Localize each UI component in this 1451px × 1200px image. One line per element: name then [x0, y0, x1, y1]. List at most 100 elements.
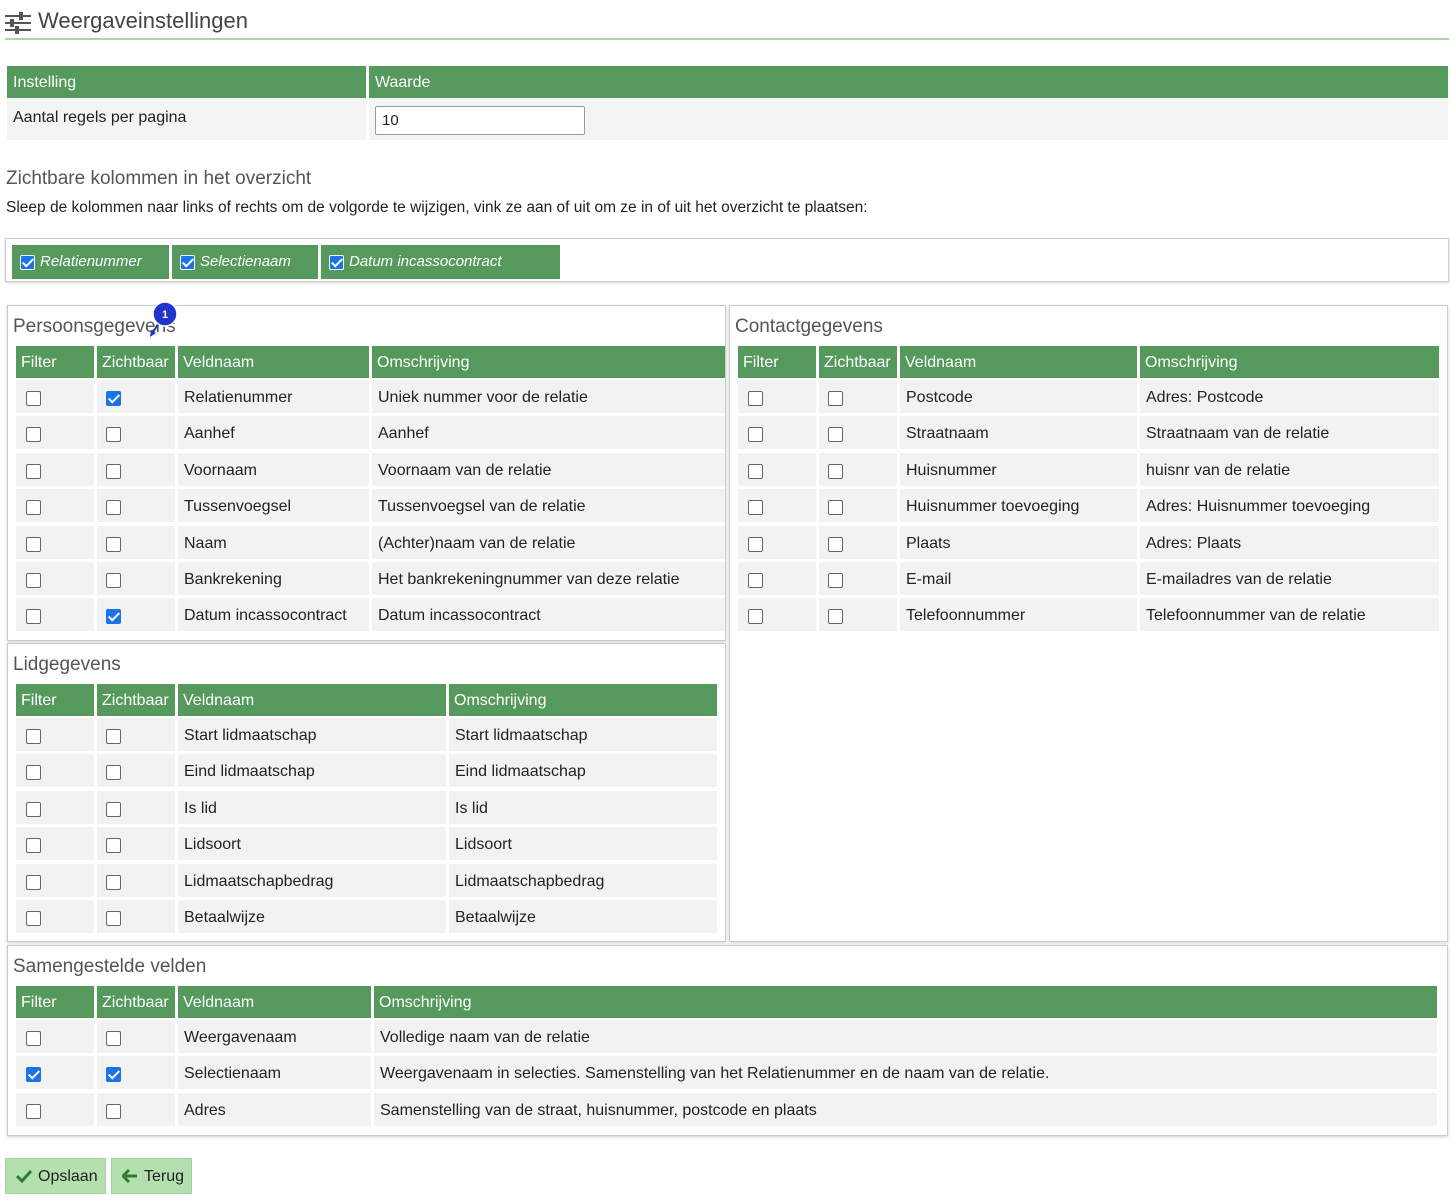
field-description-cell: Adres: Postcode: [1140, 380, 1439, 413]
visible-columns-description: Sleep de kolommen naar links of rechts o…: [6, 199, 868, 216]
filter-checkbox[interactable]: [26, 911, 41, 926]
filter-checkbox[interactable]: [748, 573, 763, 588]
field-description-cell: Samenstelling van de straat, huisnummer,…: [374, 1092, 1437, 1126]
visible-checkbox[interactable]: [828, 609, 843, 625]
header-zichtbaar: Zichtbaar: [97, 986, 175, 1018]
field-name-cell: Huisnummer: [900, 452, 1137, 486]
filter-checkbox[interactable]: [26, 500, 41, 516]
visible-cell: [97, 452, 175, 486]
filter-checkbox[interactable]: [26, 765, 41, 781]
chip-checkbox[interactable]: [180, 255, 195, 270]
visible-checkbox[interactable]: [106, 911, 121, 926]
filter-cell: [16, 1056, 94, 1090]
visible-checkbox[interactable]: [106, 391, 121, 406]
field-description-cell: E-mailadres van de relatie: [1140, 562, 1439, 595]
visible-checkbox[interactable]: [106, 463, 121, 479]
filter-checkbox[interactable]: [748, 427, 763, 443]
visible-checkbox[interactable]: [106, 801, 121, 817]
filter-checkbox[interactable]: [748, 463, 763, 479]
field-name-cell: Datum incassocontract: [178, 598, 369, 632]
visible-checkbox[interactable]: [828, 463, 843, 479]
filter-checkbox[interactable]: [26, 427, 41, 443]
filter-cell: [16, 416, 94, 450]
filter-cell: [738, 598, 816, 632]
visible-checkbox[interactable]: [828, 573, 843, 588]
field-description-cell: Adres: Plaats: [1140, 525, 1439, 559]
field-name-cell: Weergavenaam: [178, 1020, 371, 1053]
filter-checkbox[interactable]: [748, 500, 763, 516]
header-omschrijving: Omschrijving: [372, 346, 725, 378]
visible-cell: [97, 900, 175, 933]
check-icon: [16, 1169, 32, 1183]
panel-title: Samengestelde velden: [13, 956, 207, 977]
column-chip-selectienaam[interactable]: Selectienaam: [172, 245, 318, 279]
visible-checkbox[interactable]: [106, 729, 121, 744]
visible-checkbox[interactable]: [828, 536, 843, 552]
visible-checkbox[interactable]: [828, 427, 843, 443]
visible-checkbox[interactable]: [106, 427, 121, 443]
filter-checkbox[interactable]: [26, 573, 41, 588]
field-name-cell: Selectienaam: [178, 1056, 371, 1090]
filter-checkbox[interactable]: [26, 801, 41, 817]
annotation-marker-label: 1: [162, 309, 168, 321]
save-button[interactable]: Opslaan: [5, 1158, 106, 1194]
arrow-left-icon: [122, 1169, 137, 1183]
visible-cell: [97, 754, 175, 788]
filter-checkbox[interactable]: [26, 1103, 41, 1119]
chip-checkbox[interactable]: [20, 255, 35, 270]
visible-checkbox[interactable]: [828, 500, 843, 516]
visible-checkbox[interactable]: [106, 573, 121, 588]
column-chip-relatienummer[interactable]: Relatienummer: [12, 245, 169, 279]
visible-checkbox[interactable]: [106, 838, 121, 854]
visible-checkbox[interactable]: [106, 874, 121, 890]
field-name-cell: Bankrekening: [178, 562, 369, 595]
column-chip-datum-incassocontract[interactable]: Datum incassocontract: [321, 245, 560, 279]
filter-checkbox[interactable]: [748, 391, 763, 406]
filter-cell: [16, 525, 94, 559]
filter-checkbox[interactable]: [26, 729, 41, 744]
filter-checkbox[interactable]: [26, 536, 41, 552]
filter-checkbox[interactable]: [26, 1067, 41, 1083]
settings-header-setting: Instelling: [7, 66, 366, 98]
filter-checkbox[interactable]: [26, 391, 41, 406]
visible-checkbox[interactable]: [106, 500, 121, 516]
chip-checkbox[interactable]: [329, 255, 344, 270]
visible-checkbox[interactable]: [106, 1067, 121, 1083]
rows-per-page-input[interactable]: [375, 106, 585, 135]
rows-per-page-label: Aantal regels per pagina: [7, 98, 366, 140]
header-zichtbaar: Zichtbaar: [97, 684, 175, 716]
header-filter: Filter: [16, 346, 94, 378]
visible-cell: [97, 416, 175, 450]
visible-checkbox[interactable]: [106, 1031, 121, 1046]
visible-checkbox[interactable]: [828, 391, 843, 406]
visible-checkbox[interactable]: [106, 536, 121, 552]
header-zichtbaar: Zichtbaar: [97, 346, 175, 378]
back-button[interactable]: Terug: [111, 1158, 192, 1194]
visible-cell: [819, 598, 897, 632]
header-filter: Filter: [738, 346, 816, 378]
filter-cell: [16, 827, 94, 861]
visible-cell: [97, 1092, 175, 1126]
visible-checkbox[interactable]: [106, 609, 121, 625]
filter-cell: [16, 790, 94, 824]
visible-columns-bar: Relatienummer Selectienaam Datum incasso…: [5, 238, 1449, 282]
filter-cell: [16, 863, 94, 897]
filter-checkbox[interactable]: [26, 838, 41, 854]
page-header: Weergaveinstellingen: [5, 6, 1449, 40]
visible-checkbox[interactable]: [106, 765, 121, 781]
header-omschrijving: Omschrijving: [449, 684, 717, 716]
visible-cell: [819, 452, 897, 486]
field-name-cell: Straatnaam: [900, 416, 1137, 450]
filter-checkbox[interactable]: [748, 536, 763, 552]
filter-checkbox[interactable]: [26, 609, 41, 625]
visible-cell: [97, 525, 175, 559]
filter-checkbox[interactable]: [26, 874, 41, 890]
filter-checkbox[interactable]: [748, 609, 763, 625]
field-description-cell: Betaalwijze: [449, 900, 717, 933]
visible-cell: [97, 1056, 175, 1090]
filter-checkbox[interactable]: [26, 1031, 41, 1046]
visible-cell: [97, 489, 175, 523]
filter-checkbox[interactable]: [26, 463, 41, 479]
filter-cell: [16, 598, 94, 632]
visible-checkbox[interactable]: [106, 1103, 121, 1119]
